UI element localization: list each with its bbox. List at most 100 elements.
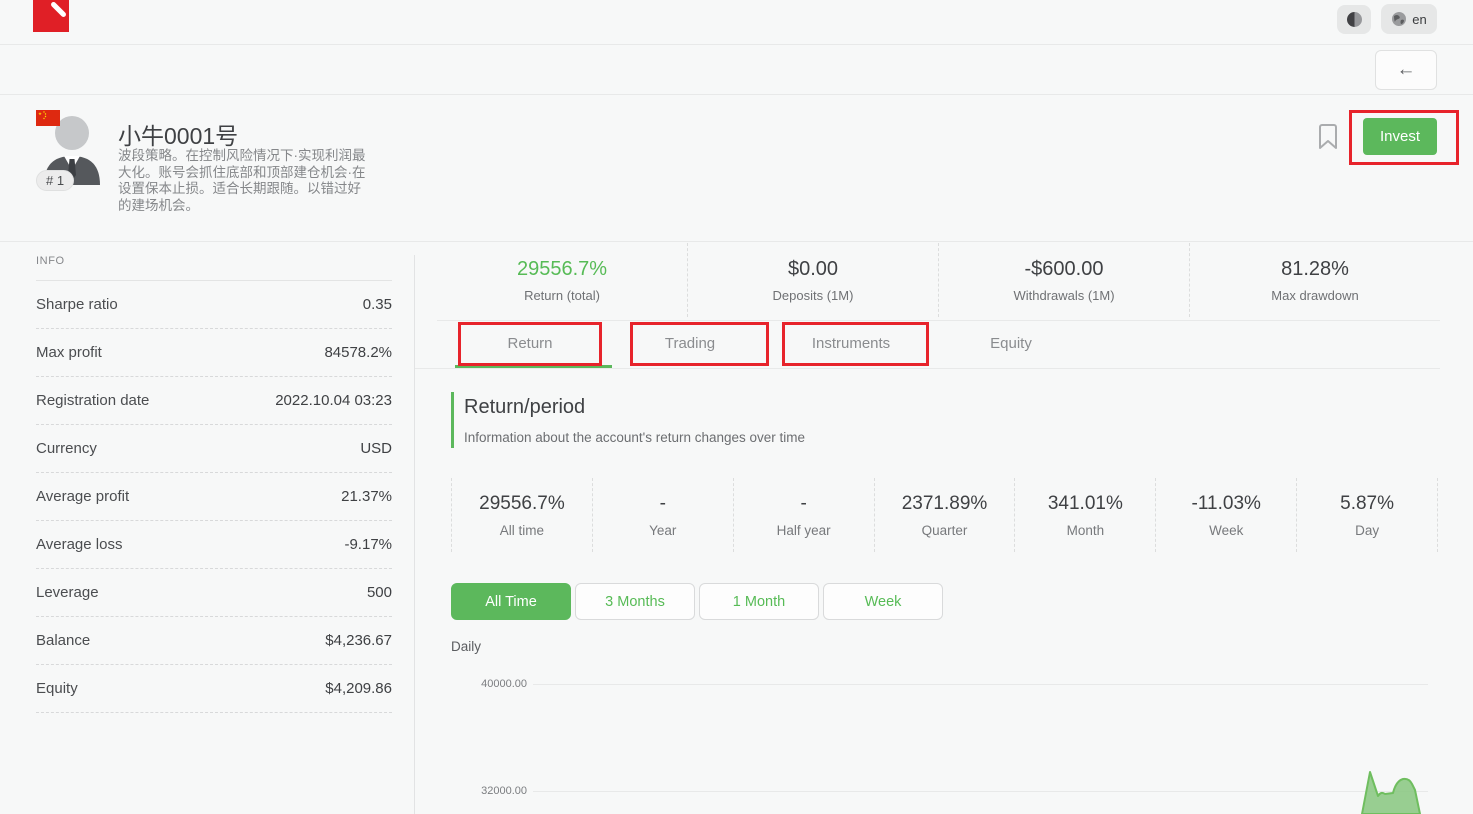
globe-icon bbox=[1391, 11, 1407, 27]
period-value: 341.01% bbox=[1048, 493, 1123, 515]
info-value: 2022.10.04 03:23 bbox=[275, 392, 392, 409]
info-value: $4,236.67 bbox=[325, 632, 392, 649]
info-row: Sharpe ratio 0.35 bbox=[36, 281, 392, 329]
period-label: Week bbox=[1209, 523, 1243, 538]
language-label: en bbox=[1412, 12, 1426, 27]
section-title: Return/period bbox=[464, 396, 585, 419]
stat-label: Withdrawals (1M) bbox=[1013, 288, 1114, 303]
back-button[interactable]: ← bbox=[1375, 50, 1437, 90]
logo-icon[interactable] bbox=[33, 0, 71, 34]
content-divider bbox=[414, 255, 415, 814]
stat-value: $0.00 bbox=[788, 258, 838, 281]
info-row: Average profit 21.37% bbox=[36, 473, 392, 521]
info-label: Average profit bbox=[36, 488, 129, 505]
stat-max-drawdown: 81.28% Max drawdown bbox=[1189, 243, 1440, 317]
info-row: Average loss -9.17% bbox=[36, 521, 392, 569]
tab-trading[interactable]: Trading bbox=[610, 320, 770, 368]
info-label: Average loss bbox=[36, 536, 122, 553]
range-button-week[interactable]: Week bbox=[823, 583, 943, 620]
info-panel: INFO Sharpe ratio 0.35 Max profit 84578.… bbox=[36, 255, 392, 713]
period-day: 5.87% Day bbox=[1296, 478, 1437, 552]
tab-return[interactable]: Return bbox=[450, 320, 610, 368]
period-month: 341.01% Month bbox=[1014, 478, 1155, 552]
invest-button[interactable]: Invest bbox=[1363, 118, 1437, 155]
range-button-all-time[interactable]: All Time bbox=[451, 583, 571, 620]
info-label: Balance bbox=[36, 632, 90, 649]
info-heading: INFO bbox=[36, 255, 392, 281]
header-divider bbox=[0, 44, 1473, 45]
period-value: 2371.89% bbox=[902, 493, 988, 515]
info-row: Currency USD bbox=[36, 425, 392, 473]
range-button-1-month[interactable]: 1 Month bbox=[699, 583, 819, 620]
tabs-divider bbox=[415, 368, 1440, 369]
china-flag-icon bbox=[36, 110, 60, 126]
period-all-time: 29556.7% All time bbox=[451, 478, 592, 552]
period-value: - bbox=[800, 493, 806, 515]
range-button-3-months[interactable]: 3 Months bbox=[575, 583, 695, 620]
account-description: 波段策略。在控制风险情况下·实现利润最大化。账号会抓住底部和顶部建仓机会·在设置… bbox=[118, 148, 374, 214]
info-value: 21.37% bbox=[341, 488, 392, 505]
equity-curve-spike bbox=[1357, 769, 1423, 814]
period-label: Day bbox=[1355, 523, 1379, 538]
info-value: 84578.2% bbox=[324, 344, 392, 361]
stat-withdrawals: -$600.00 Withdrawals (1M) bbox=[938, 243, 1189, 317]
theme-toggle-button[interactable] bbox=[1337, 5, 1371, 34]
period-week: -11.03% Week bbox=[1155, 478, 1296, 552]
info-row: Balance $4,236.67 bbox=[36, 617, 392, 665]
info-row: Max profit 84578.2% bbox=[36, 329, 392, 377]
info-row: Leverage 500 bbox=[36, 569, 392, 617]
gridline bbox=[533, 684, 1428, 685]
profile-divider bbox=[0, 241, 1473, 242]
stat-return-total: 29556.7% Return (total) bbox=[437, 243, 687, 317]
stat-label: Deposits (1M) bbox=[773, 288, 854, 303]
back-arrow-icon: ← bbox=[1397, 59, 1416, 81]
section-accent-bar bbox=[451, 392, 454, 448]
info-value: 500 bbox=[367, 584, 392, 601]
account-title: 小牛0001号 bbox=[118, 117, 238, 151]
y-axis-tick: 40000.00 bbox=[427, 678, 527, 690]
stat-value: 29556.7% bbox=[517, 258, 607, 281]
stat-value: -$600.00 bbox=[1025, 258, 1104, 281]
info-value: USD bbox=[360, 440, 392, 457]
period-year: - Year bbox=[592, 478, 733, 552]
period-value: - bbox=[660, 493, 666, 515]
tab-equity[interactable]: Equity bbox=[931, 320, 1091, 368]
y-axis-tick: 32000.00 bbox=[427, 785, 527, 797]
copy-trading-account-page: en ← # 1 小牛0001号 波段策略。在控制风险情况下·实现利润最大化。账… bbox=[0, 0, 1473, 814]
period-value: -11.03% bbox=[1192, 493, 1261, 515]
section-subtitle: Information about the account's return c… bbox=[464, 430, 805, 445]
info-value: $4,209.86 bbox=[325, 680, 392, 697]
period-label: Quarter bbox=[922, 523, 968, 538]
period-label: Month bbox=[1067, 523, 1105, 538]
period-half-year: - Half year bbox=[733, 478, 874, 552]
half-moon-icon bbox=[1347, 12, 1362, 27]
stat-deposits: $0.00 Deposits (1M) bbox=[687, 243, 938, 317]
gridline bbox=[533, 791, 1428, 792]
period-label: All time bbox=[500, 523, 544, 538]
info-row: Equity $4,209.86 bbox=[36, 665, 392, 713]
info-label: Equity bbox=[36, 680, 78, 697]
period-value: 5.87% bbox=[1340, 493, 1394, 515]
period-quarter: 2371.89% Quarter bbox=[874, 478, 1015, 552]
rank-badge: # 1 bbox=[36, 170, 74, 191]
stat-label: Return (total) bbox=[524, 288, 600, 303]
period-value: 29556.7% bbox=[479, 493, 565, 515]
stat-value: 81.28% bbox=[1281, 258, 1349, 281]
bookmark-icon[interactable] bbox=[1318, 123, 1338, 150]
info-label: Leverage bbox=[36, 584, 99, 601]
info-value: 0.35 bbox=[363, 296, 392, 313]
subheader-divider bbox=[0, 94, 1473, 95]
info-row: Registration date 2022.10.04 03:23 bbox=[36, 377, 392, 425]
language-button[interactable]: en bbox=[1381, 4, 1437, 34]
info-label: Currency bbox=[36, 440, 97, 457]
period-stats: 29556.7% All time - Year - Half year 237… bbox=[451, 478, 1438, 552]
period-label: Half year bbox=[777, 523, 831, 538]
info-label: Registration date bbox=[36, 392, 149, 409]
period-label: Year bbox=[649, 523, 676, 538]
info-label: Sharpe ratio bbox=[36, 296, 118, 313]
tab-instruments[interactable]: Instruments bbox=[771, 320, 931, 368]
stats-row: 29556.7% Return (total) $0.00 Deposits (… bbox=[437, 243, 1440, 317]
stat-label: Max drawdown bbox=[1271, 288, 1358, 303]
chart-frequency-label: Daily bbox=[451, 639, 481, 654]
info-label: Max profit bbox=[36, 344, 102, 361]
